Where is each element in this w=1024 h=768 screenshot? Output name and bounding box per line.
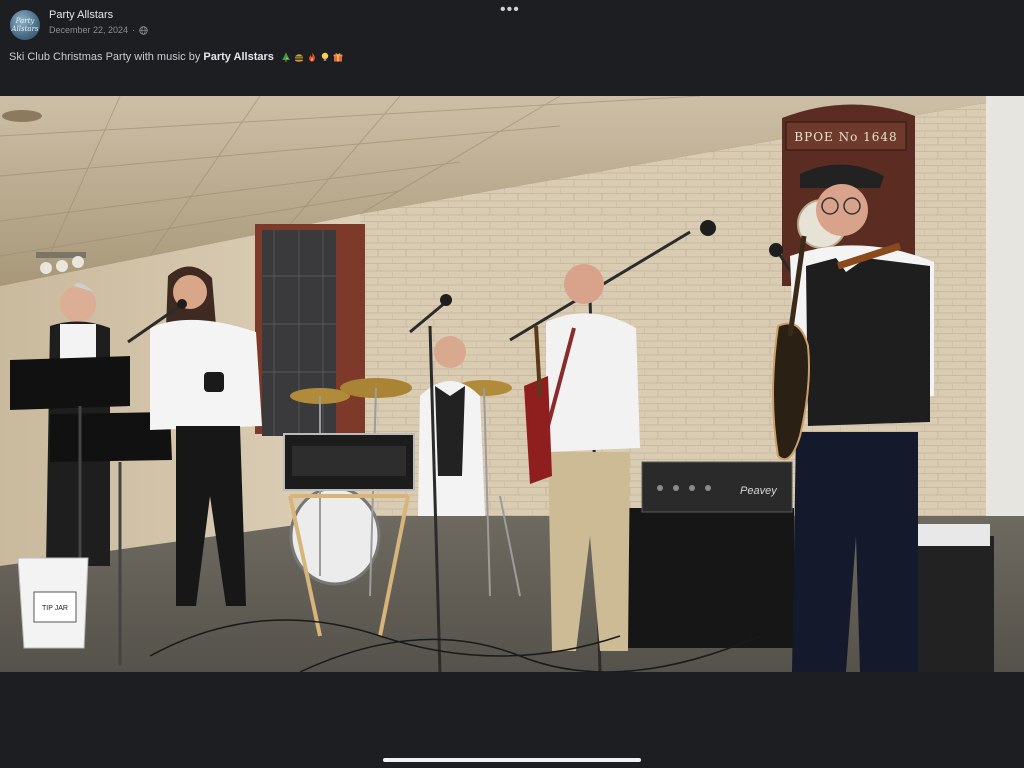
lodge-sign-text: BPOE No 1648 <box>794 130 897 144</box>
christmas-tree-emoji-icon <box>282 52 290 63</box>
globe-icon <box>139 25 148 35</box>
tip-bucket-label: TIP JAR <box>42 605 68 612</box>
more-options-icon[interactable]: ••• <box>500 2 520 18</box>
post-header: Party Allstars Party Allstars December 2… <box>0 0 1024 96</box>
post-photo[interactable]: BPOE No 1648 Peavey TIP JAR <box>0 96 1024 672</box>
fire-emoji-icon <box>309 52 315 62</box>
band-photo-illustration: BPOE No 1648 Peavey TIP JAR <box>0 96 1024 672</box>
separator-dot: · <box>132 25 136 35</box>
gift-emoji-icon <box>333 53 343 62</box>
post-date[interactable]: December 22, 2024 <box>49 25 128 35</box>
avatar[interactable]: Party Allstars <box>10 10 40 40</box>
author-name[interactable]: Party Allstars <box>49 9 113 21</box>
caption-text: Ski Club Christmas Party with music by <box>9 51 201 63</box>
amp-brand-label: Peavey <box>740 485 778 497</box>
bottom-bar <box>0 672 1024 768</box>
avatar-text: Party Allstars <box>11 17 39 33</box>
caption-mention-link[interactable]: Party Allstars <box>203 51 274 63</box>
tip-bucket: TIP JAR <box>17 557 89 649</box>
post-caption: Ski Club Christmas Party with music by P… <box>9 51 343 63</box>
lightbulb-emoji-icon <box>321 52 329 61</box>
caption-emojis <box>281 52 343 63</box>
hamburger-emoji-icon <box>294 54 303 62</box>
post-meta: December 22, 2024 · <box>49 25 148 35</box>
home-indicator[interactable] <box>383 758 641 762</box>
